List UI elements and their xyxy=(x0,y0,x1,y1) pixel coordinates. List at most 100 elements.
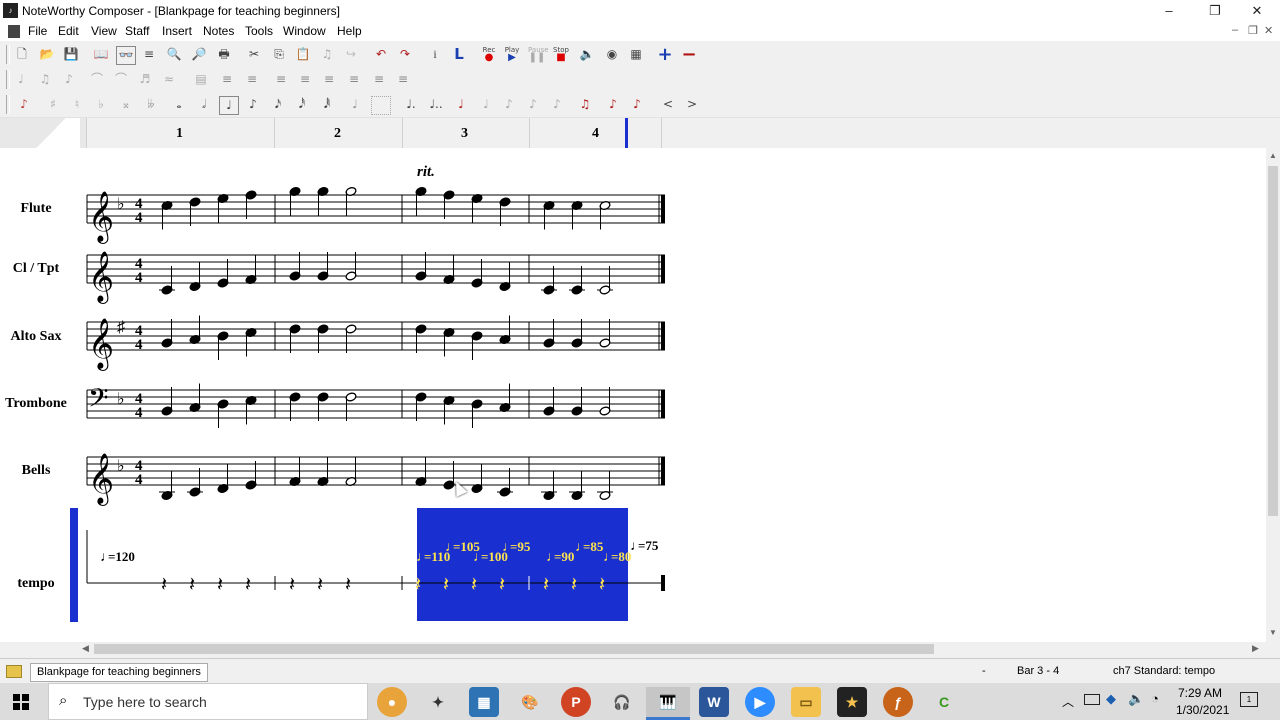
tie-note-icon[interactable]: ♩ xyxy=(452,96,470,113)
vertical-scroll-thumb[interactable] xyxy=(1268,166,1278,516)
bar-number-1[interactable]: 1 xyxy=(176,126,183,142)
triplet-note-icon[interactable]: ♫ xyxy=(576,96,594,113)
record-button[interactable]: Rec ● xyxy=(480,46,498,63)
mdi-close-button[interactable]: ✕ xyxy=(1264,24,1273,37)
quarter-note-icon[interactable]: ♩ xyxy=(219,96,239,115)
decrescendo-icon[interactable]: > xyxy=(680,96,704,113)
paint-icon[interactable]: 🎨 xyxy=(515,687,545,717)
midi-icon[interactable]: ◉ xyxy=(603,46,621,63)
staff-label-alto-sax[interactable]: Alto Sax xyxy=(0,329,72,345)
new-icon[interactable]: 🗋 xyxy=(13,46,31,63)
bar-number-4[interactable]: 4 xyxy=(592,126,599,142)
grid-icon[interactable]: ▤ xyxy=(192,71,210,88)
chrome-icon[interactable]: ● xyxy=(377,687,407,717)
align-left-icon[interactable]: ≡ xyxy=(218,71,236,88)
folder-icon[interactable] xyxy=(6,665,22,678)
bar-number-2[interactable]: 2 xyxy=(334,126,341,142)
justify-3-icon[interactable]: ≡ xyxy=(345,71,363,88)
paste-icon[interactable]: 📋 xyxy=(294,46,312,63)
note-color-icon[interactable]: ♪ xyxy=(15,96,33,113)
find-icon[interactable]: 🔍 xyxy=(165,46,183,63)
zoom-icon[interactable]: ▶ xyxy=(745,687,775,717)
staccato-icon[interactable]: ♪ xyxy=(500,96,518,113)
arpeggio-icon[interactable]: ≈ xyxy=(160,71,178,88)
copy-icon[interactable]: ⎘ xyxy=(270,46,288,63)
grace-note-icon[interactable]: ♩ xyxy=(346,96,364,113)
redo-disabled-icon[interactable]: ↪ xyxy=(342,46,360,63)
justify-2-icon[interactable]: ≡ xyxy=(320,71,338,88)
view-icon[interactable]: 👓 xyxy=(116,46,136,65)
horizontal-scroll-thumb[interactable] xyxy=(94,644,934,654)
open-icon[interactable]: 📂 xyxy=(38,46,56,63)
mdi-minimize-button[interactable]: – xyxy=(1232,24,1238,36)
dropbox-icon[interactable]: ◆ xyxy=(1106,691,1116,707)
staff-label-tempo[interactable]: tempo xyxy=(0,576,72,592)
keyboard-icon[interactable]: ▦ xyxy=(627,46,645,63)
speaker-icon[interactable]: 🔈 xyxy=(578,46,596,63)
stem-up-icon[interactable]: ♪ xyxy=(604,96,622,113)
double-flat-icon[interactable]: 𝄫 xyxy=(142,96,160,113)
notification-icon[interactable]: 1 xyxy=(1240,692,1258,707)
slur-icon[interactable]: ⌒ xyxy=(88,71,106,88)
tie-icon[interactable]: ♪ xyxy=(60,71,78,88)
print-preview-icon[interactable]: 🔎 xyxy=(190,46,208,63)
clock-time[interactable]: 7:29 AM xyxy=(1178,686,1222,700)
movie-maker-icon[interactable]: ★ xyxy=(837,687,867,717)
menu-file[interactable]: File xyxy=(28,24,47,38)
close-button[interactable]: ✕ xyxy=(1234,0,1280,22)
book-icon[interactable]: 📖 xyxy=(92,46,110,63)
stop-button[interactable]: Stop ■ xyxy=(552,46,570,63)
horizontal-scrollbar[interactable]: ◀ ▶ xyxy=(80,642,1266,656)
score-canvas[interactable]: 𝄞 ♭ 44𝄞 44𝄞 ♯ 44𝄢 ♭ 44𝄞 ♭ 44 rit. 𝄽 𝄽 𝄽 𝄽 𝄽 𝄽 𝄽 𝄽 𝄽 𝄽 𝄽 𝄽 𝄽 𝄽♩… xyxy=(80,148,680,642)
chord-box-icon[interactable] xyxy=(371,96,391,115)
info-icon[interactable]: i xyxy=(426,46,444,63)
pause-button[interactable]: Pause ❚❚ xyxy=(528,46,549,63)
lyric-icon[interactable]: L xyxy=(450,46,468,63)
word-icon[interactable]: W xyxy=(699,687,729,717)
menu-edit[interactable]: Edit xyxy=(58,24,79,38)
clock-date[interactable]: 1/30/2021 xyxy=(1176,703,1229,717)
windows-start-icon[interactable] xyxy=(13,694,29,710)
menu-staff[interactable]: Staff xyxy=(125,24,149,38)
beam-icon[interactable]: ♫ xyxy=(36,71,54,88)
powerpoint-icon[interactable]: P xyxy=(561,687,591,717)
staff-label-flute[interactable]: Flute xyxy=(0,201,72,217)
remove-staff-icon[interactable]: − xyxy=(680,46,698,64)
justify-1-icon[interactable]: ≡ xyxy=(296,71,314,88)
play-button[interactable]: Play ▶ xyxy=(503,46,521,63)
sixtyfourth-note-icon[interactable]: 𝅘𝅥𝅱 xyxy=(318,96,336,113)
eighth-note-icon[interactable]: ♪ xyxy=(244,96,262,113)
staff-icon[interactable]: ≡ xyxy=(140,46,158,63)
menu-window[interactable]: Window xyxy=(283,24,326,38)
menu-view[interactable]: View xyxy=(91,24,117,38)
network-icon[interactable]: ◔ xyxy=(1151,691,1159,706)
cut-icon[interactable]: ✂ xyxy=(245,46,263,63)
menu-help[interactable]: Help xyxy=(337,24,362,38)
slur-note-icon[interactable]: ♩ xyxy=(477,96,495,113)
justify-4-icon[interactable]: ≡ xyxy=(370,71,388,88)
flat-icon[interactable]: ♭ xyxy=(92,96,110,113)
staff-label-bells[interactable]: Bells xyxy=(0,463,72,479)
battery-icon[interactable] xyxy=(1084,694,1100,705)
document-tab[interactable]: Blankpage for teaching beginners xyxy=(30,663,208,682)
camtasia-icon[interactable]: C xyxy=(929,687,959,717)
note-stem-icon[interactable]: ♩ xyxy=(12,71,30,88)
staff-label-clarinet-trumpet[interactable]: Cl / Tpt xyxy=(0,261,72,277)
justify-5-icon[interactable]: ≡ xyxy=(394,71,412,88)
crescendo-icon[interactable]: < xyxy=(656,96,680,113)
tenuto-icon[interactable]: ♪ xyxy=(548,96,566,113)
document-icon[interactable] xyxy=(8,25,20,38)
mdi-restore-button[interactable]: ❐ xyxy=(1248,24,1258,37)
grace-icon[interactable]: ♬ xyxy=(136,71,154,88)
menu-tools[interactable]: Tools xyxy=(245,24,273,38)
align-center-icon[interactable]: ≡ xyxy=(243,71,261,88)
add-staff-icon[interactable]: + xyxy=(656,46,674,64)
sharp-icon[interactable]: ♯ xyxy=(44,96,62,113)
headphones-icon[interactable]: 🎧 xyxy=(607,687,637,717)
natural-icon[interactable]: ♮ xyxy=(68,96,86,113)
thirtysecond-note-icon[interactable]: 𝅘𝅥𝅰 xyxy=(293,96,311,113)
staff-label-trombone[interactable]: Trombone xyxy=(0,396,72,412)
app-icon-2[interactable]: ✦ xyxy=(423,687,453,717)
calculator-icon[interactable]: ▦ xyxy=(469,687,499,717)
file-explorer-icon[interactable]: ▭ xyxy=(791,687,821,717)
